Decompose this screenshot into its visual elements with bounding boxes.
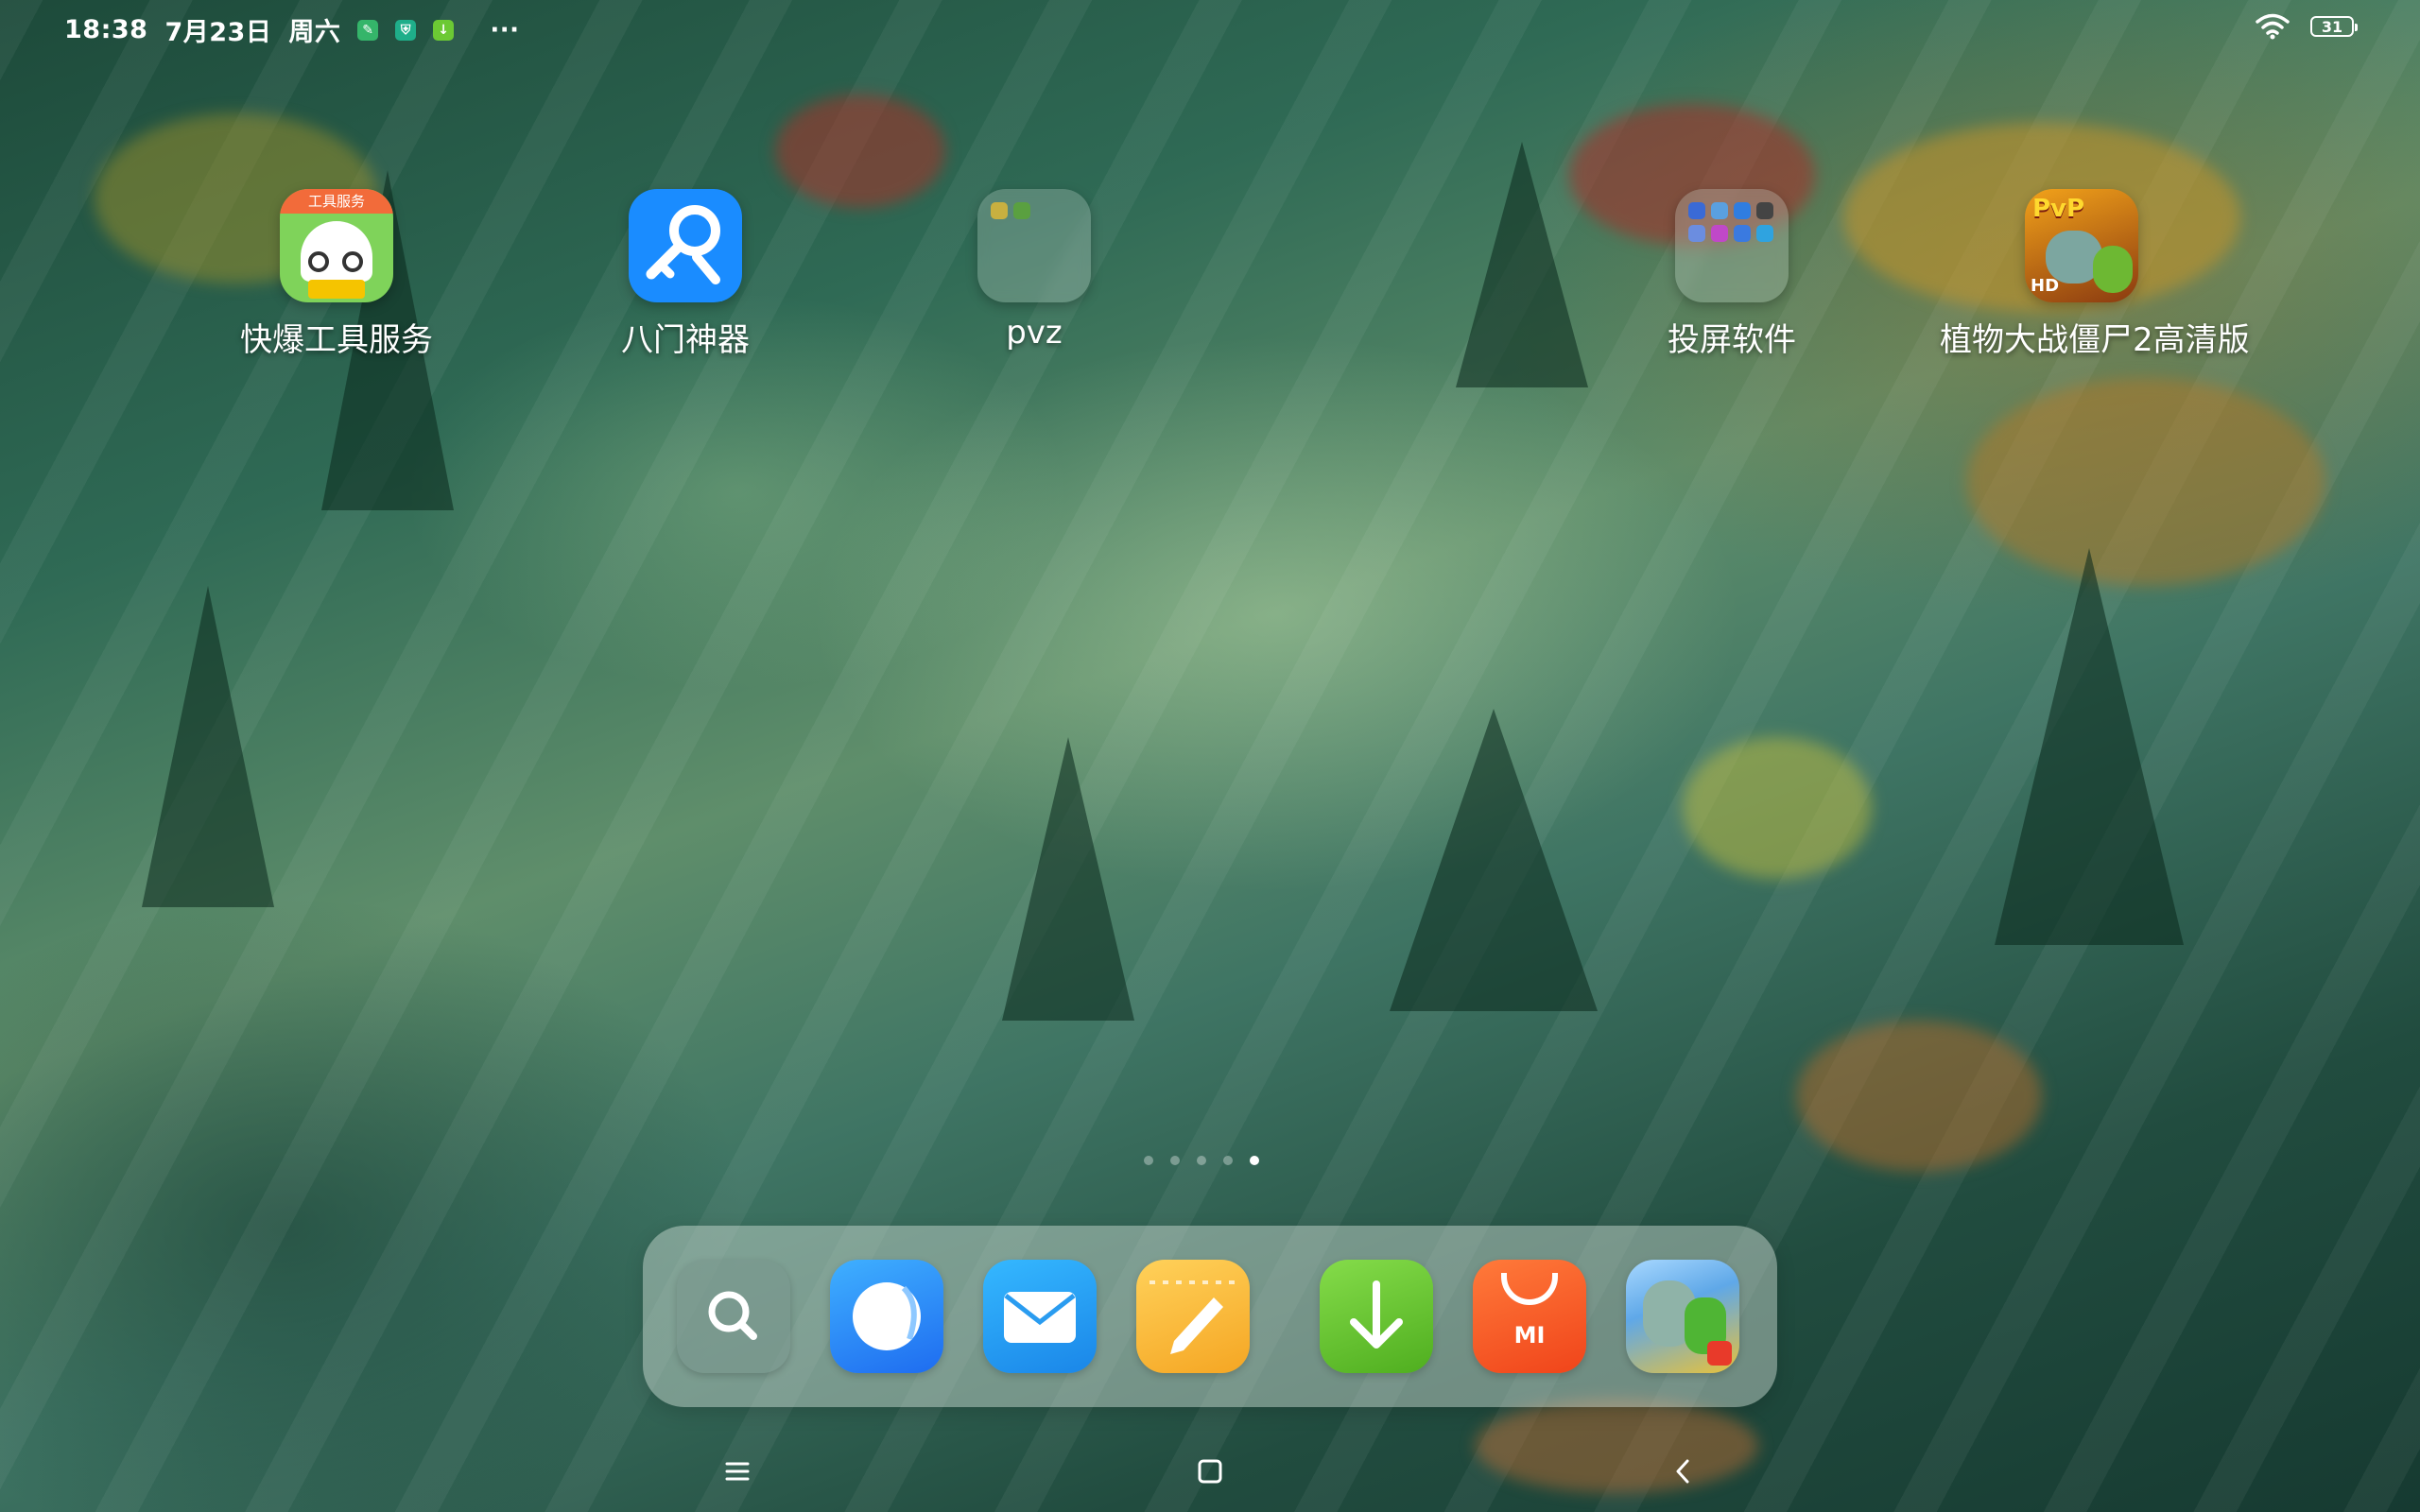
- page-dot[interactable]: [1144, 1156, 1153, 1165]
- back-button[interactable]: [1654, 1448, 1711, 1495]
- folder-screen-cast[interactable]: 投屏软件: [1590, 189, 1874, 360]
- app-sub-badge: HD: [2031, 276, 2060, 296]
- mail-icon: [1004, 1292, 1076, 1343]
- mi-store-label: MI: [1513, 1322, 1546, 1349]
- dock-search-button[interactable]: [677, 1260, 790, 1373]
- folder-icon: [977, 189, 1091, 302]
- back-chevron-icon: [1676, 1459, 1689, 1484]
- recent-apps-button[interactable]: [709, 1448, 766, 1495]
- wallpaper-tree: [142, 586, 274, 907]
- home-button[interactable]: [1182, 1448, 1238, 1495]
- dock-pvz2-button[interactable]: [1626, 1260, 1739, 1373]
- status-time: 18:38: [64, 15, 148, 44]
- dock-notes-button[interactable]: [1136, 1260, 1250, 1373]
- folder-icon: [1675, 189, 1789, 302]
- app-kuaibao-tool-service[interactable]: 工具服务 快爆工具服务: [195, 189, 478, 360]
- app-label: 八门神器: [621, 321, 750, 359]
- page-dot[interactable]: [1170, 1156, 1180, 1165]
- folder-label: pvz: [1006, 314, 1063, 352]
- folder-label: 投屏软件: [1668, 321, 1796, 359]
- menu-icon: [725, 1462, 750, 1481]
- key-wrench-icon: [629, 189, 742, 302]
- battery-icon: 31: [2310, 16, 2358, 37]
- status-bar: 18:38 7月23日 周六 ✎ ⛨ ↓ ··· 31: [0, 0, 2420, 57]
- status-date: 7月23日: [164, 18, 272, 47]
- dock-downloads-button[interactable]: [1320, 1260, 1433, 1373]
- dock-mi-store-button[interactable]: MI: [1473, 1260, 1586, 1373]
- app-pvz2-hd[interactable]: PvP HD 植物大战僵尸2高清版: [1940, 189, 2250, 360]
- page-dot[interactable]: [1223, 1156, 1233, 1165]
- app-bamen-shenqi[interactable]: 八门神器: [544, 189, 827, 360]
- page-dot[interactable]: [1197, 1156, 1206, 1165]
- security-icon: ⛨: [395, 19, 417, 41]
- wallpaper-tree: [1390, 709, 1598, 1011]
- search-icon: [708, 1291, 757, 1340]
- app-label: 快爆工具服务: [240, 321, 433, 359]
- app-badge: PvP: [2032, 195, 2085, 223]
- home-square-icon: [1198, 1459, 1222, 1484]
- app-badge: 工具服务: [280, 189, 393, 214]
- status-weekday: 周六: [288, 18, 341, 47]
- battery-level: 31: [2321, 17, 2343, 36]
- wallpaper-foliage: [1796, 1021, 2042, 1172]
- app-label: 植物大战僵尸2高清版: [1940, 321, 2250, 359]
- navigation-bar: [0, 1427, 2420, 1512]
- page-indicator[interactable]: [1144, 1156, 1259, 1165]
- shield-app-icon: ✎: [357, 19, 379, 41]
- mi-store-icon: [1501, 1273, 1558, 1305]
- download-arrow-icon: [1350, 1280, 1403, 1349]
- notes-icon: [1150, 1280, 1236, 1354]
- pvz2-hd-app-icon: PvP HD: [2025, 189, 2138, 302]
- browser-icon: [853, 1282, 921, 1350]
- more-notifications-icon: ···: [490, 15, 520, 44]
- dock-mail-button[interactable]: [983, 1260, 1097, 1373]
- kuaibao-app-icon: 工具服务: [280, 189, 393, 302]
- dock: MI: [643, 1226, 1777, 1407]
- folder-pvz[interactable]: pvz: [892, 189, 1176, 352]
- download-icon: ↓: [433, 19, 455, 41]
- wifi-icon: [2256, 13, 2290, 40]
- wallpaper-tree: [1995, 548, 2184, 945]
- wallpaper-foliage: [1683, 737, 1872, 879]
- wallpaper-tree: [1002, 737, 1134, 1021]
- page-dot-active[interactable]: [1250, 1156, 1259, 1165]
- dock-browser-button[interactable]: [830, 1260, 943, 1373]
- wallpaper-tree: [1456, 142, 1588, 387]
